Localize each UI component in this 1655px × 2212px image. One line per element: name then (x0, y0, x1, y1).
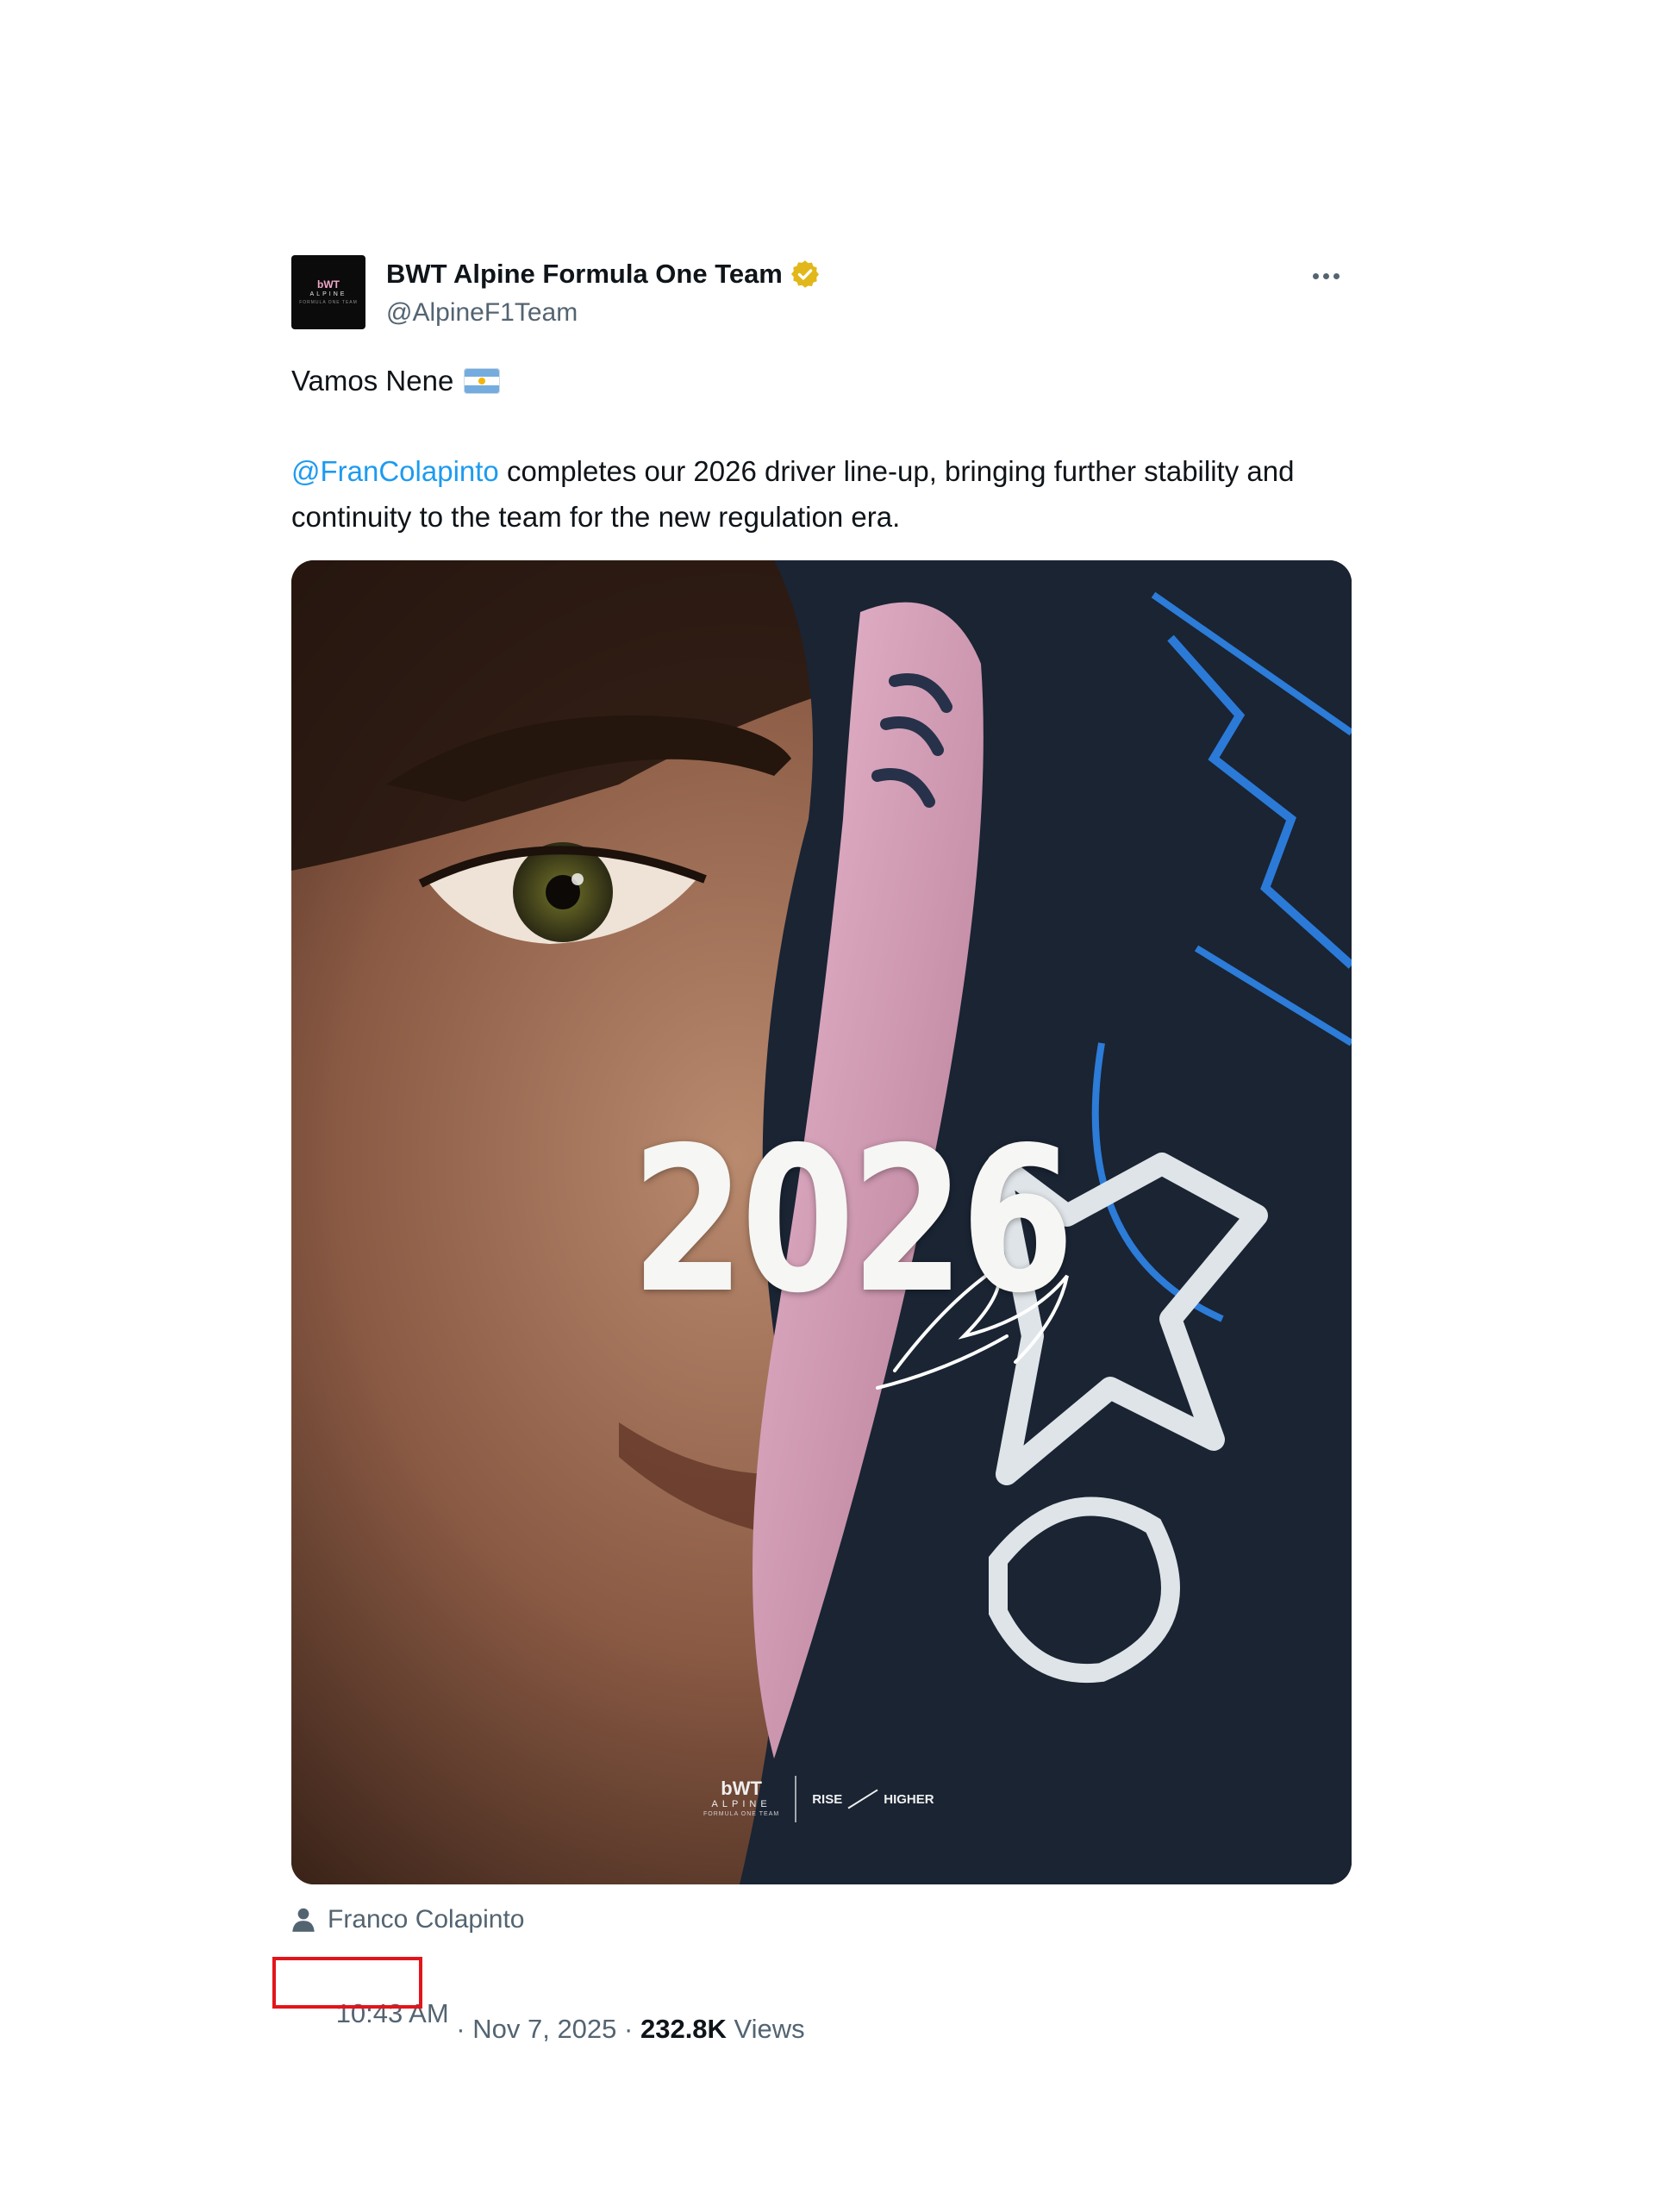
media-tagline-right: HIGHER (884, 1791, 934, 1807)
avatar-name: ALPINE (309, 291, 347, 297)
more-options-button[interactable] (1300, 250, 1352, 302)
media-logo: bWT ALPINE FORMULA ONE TEAM RISE HIGHER (703, 1776, 934, 1822)
tagged-person-name: Franco Colapinto (328, 1905, 525, 1934)
mention-link[interactable]: @FranColapinto (291, 455, 499, 487)
media-tagline-left: RISE (812, 1791, 843, 1807)
media-logo-brand: bWT (721, 1778, 762, 1799)
media-logo-name: ALPINE (711, 1799, 771, 1809)
meta-separator: · (616, 2014, 640, 2044)
author-handle[interactable]: @AlpineF1Team (386, 298, 578, 328)
highlight-box (272, 1957, 422, 2009)
tweet-time-link[interactable]: 10:43 AM (272, 1957, 449, 2091)
views-label: Views (726, 2014, 805, 2044)
tweet-text: Vamos Nene @FranColapinto completes our … (291, 358, 1352, 540)
verified-badge-icon[interactable] (790, 259, 821, 290)
more-horizontal-icon (1312, 272, 1319, 279)
avatar-brand: bWT (317, 278, 340, 291)
author-display-name[interactable]: BWT Alpine Formula One Team (386, 259, 783, 290)
tweet-date[interactable]: Nov 7, 2025 (472, 2014, 616, 2045)
meta-separator: · (448, 2014, 473, 2044)
media-logo-sub: FORMULA ONE TEAM (703, 1811, 780, 1817)
tweet-meta: 10:43 AM · Nov 7, 2025 · 232.8K Views (272, 1957, 805, 2091)
tweet-text-line1: Vamos Nene (291, 365, 454, 397)
tweet-media-image[interactable]: 2026 bWT ALPINE FORMULA ONE TEAM RISE HI… (291, 560, 1352, 1884)
author-name-row: BWT Alpine Formula One Team (386, 259, 821, 290)
person-icon (292, 1908, 315, 1932)
media-tagline: RISE HIGHER (812, 1789, 934, 1809)
argentina-flag-icon (464, 368, 501, 394)
avatar-sub: FORMULA ONE TEAM (299, 299, 358, 305)
media-logo-divider (795, 1776, 797, 1822)
views-count: 232.8K (640, 2014, 727, 2044)
tagged-person[interactable]: Franco Colapinto (291, 1905, 524, 1934)
author-avatar[interactable]: bWT ALPINE FORMULA ONE TEAM (291, 255, 365, 329)
media-headline: 2026 (631, 1104, 1075, 1337)
